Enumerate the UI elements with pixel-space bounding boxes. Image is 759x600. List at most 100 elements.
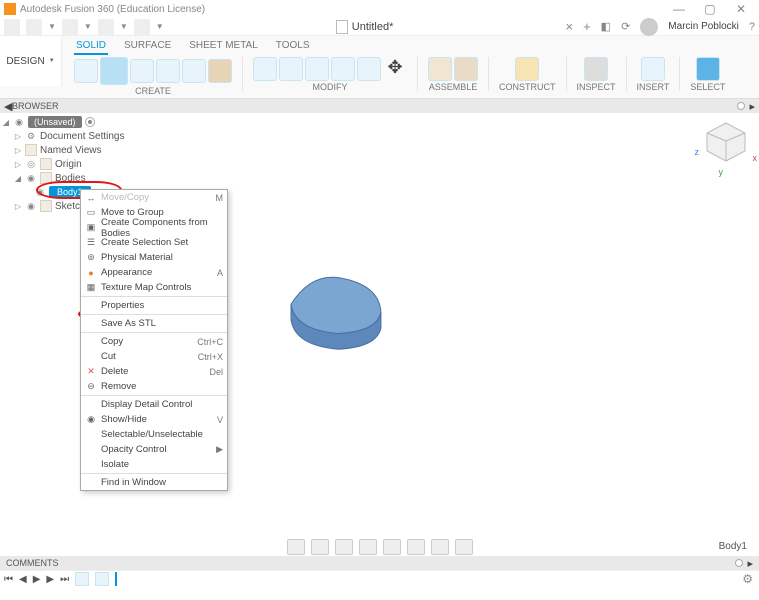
menu-opacity[interactable]: Opacity Control▶	[81, 442, 227, 457]
visibility-icon[interactable]: ◉	[25, 200, 37, 212]
undo-icon[interactable]	[98, 19, 114, 35]
timeline-feature-sketch[interactable]	[75, 572, 89, 586]
menu-show-hide[interactable]: ◉Show/HideV	[81, 412, 227, 427]
menu-selectable[interactable]: Selectable/Unselectable	[81, 427, 227, 442]
active-component-icon[interactable]	[85, 117, 95, 127]
menu-save-as-stl[interactable]: Save As STL	[81, 316, 227, 331]
timeline-play-button[interactable]: ▶	[33, 574, 41, 585]
combine-tool-icon[interactable]	[331, 57, 355, 81]
menu-isolate[interactable]: Isolate	[81, 457, 227, 472]
fit-icon[interactable]	[359, 539, 377, 555]
timeline-feature-extrude[interactable]	[95, 572, 109, 586]
user-avatar-icon[interactable]	[640, 18, 658, 36]
menu-properties[interactable]: Properties	[81, 298, 227, 313]
app-logo-icon	[4, 3, 16, 15]
minimize-button[interactable]: —	[665, 2, 693, 16]
tab-tools[interactable]: TOOLS	[274, 38, 312, 55]
sketch-tool-icon[interactable]	[74, 59, 98, 83]
tree-named-views[interactable]: Named Views	[40, 145, 102, 156]
shell-tool-icon[interactable]	[305, 57, 329, 81]
data-panel-icon[interactable]	[26, 19, 42, 35]
new-tab-button[interactable]: +	[583, 19, 591, 34]
app-menu-icon[interactable]	[4, 19, 20, 35]
rigid-tool-icon[interactable]	[454, 57, 478, 81]
timeline-settings-icon[interactable]: ⚙	[742, 572, 753, 586]
sweep-tool-icon[interactable]	[156, 59, 180, 83]
fillet-tool-icon[interactable]	[279, 57, 303, 81]
menu-cut[interactable]: CutCtrl+X	[81, 349, 227, 364]
select-tool-icon[interactable]	[696, 57, 720, 81]
view-cube[interactable]	[703, 119, 749, 165]
document-tab[interactable]: Untitled*	[336, 20, 394, 34]
pan-icon[interactable]	[311, 539, 329, 555]
split-tool-icon[interactable]	[357, 57, 381, 81]
loft-tool-icon[interactable]	[182, 59, 206, 83]
menu-copy[interactable]: CopyCtrl+C	[81, 334, 227, 349]
insert-tool-icon[interactable]	[641, 57, 665, 81]
showhide-icon: ◉	[85, 414, 97, 426]
display-settings-icon[interactable]	[407, 539, 425, 555]
redo-icon[interactable]	[134, 19, 150, 35]
construct-tool-icon[interactable]	[515, 57, 539, 81]
save-icon[interactable]	[62, 19, 78, 35]
browser-header[interactable]: ◀ BROWSER ▸	[0, 99, 759, 113]
help-icon[interactable]: ?	[749, 21, 755, 33]
visibility-icon[interactable]: ◉	[25, 172, 37, 184]
group-label-insert: INSERT	[637, 82, 670, 92]
menu-physical-material[interactable]: ⊚Physical Material	[81, 250, 227, 265]
menu-create-components[interactable]: ▣Create Components from Bodies	[81, 220, 227, 235]
viewport-icon[interactable]	[455, 539, 473, 555]
close-tab-button[interactable]: ×	[565, 19, 573, 34]
extrude-tool-icon[interactable]	[100, 57, 128, 85]
timeline: ⏮ ◀ ▶ ▶ ⏭ ⚙	[0, 570, 759, 587]
menu-texture-map[interactable]: ▦Texture Map Controls	[81, 280, 227, 295]
menu-delete[interactable]: ✕DeleteDel	[81, 364, 227, 379]
move-tool-icon[interactable]: ✥	[383, 57, 407, 81]
comments-bar[interactable]: COMMENTS ▸	[0, 556, 759, 570]
visibility-icon[interactable]: ◉	[34, 186, 46, 198]
context-menu: ↔Move/CopyM ▭Move to Group ▣Create Compo…	[80, 189, 228, 491]
joint-tool-icon[interactable]	[428, 57, 452, 81]
job-status-icon[interactable]: ⟳	[621, 20, 630, 33]
browser-pin-icon[interactable]	[737, 102, 745, 110]
comments-pin-icon[interactable]	[735, 559, 743, 567]
group-label-modify: MODIFY	[313, 82, 348, 92]
tab-surface[interactable]: SURFACE	[122, 38, 173, 55]
model-body[interactable]	[280, 273, 390, 361]
timeline-start-button[interactable]: ⏮	[4, 574, 13, 585]
menu-find-in-window[interactable]: Find in Window	[81, 475, 227, 490]
orbit-icon[interactable]	[287, 539, 305, 555]
axis-y-label: y	[719, 167, 724, 177]
menu-appearance[interactable]: ●AppearanceA	[81, 265, 227, 280]
look-at-icon[interactable]	[383, 539, 401, 555]
visibility-icon[interactable]: ◎	[25, 158, 37, 170]
grid-icon[interactable]	[431, 539, 449, 555]
zoom-icon[interactable]	[335, 539, 353, 555]
tree-document-settings[interactable]: Document Settings	[40, 131, 125, 142]
visibility-icon[interactable]: ◉	[13, 116, 25, 128]
root-node[interactable]: (Unsaved)	[28, 116, 82, 128]
tab-sheet-metal[interactable]: SHEET METAL	[187, 38, 260, 55]
expand-icon[interactable]: ◢	[2, 118, 10, 127]
delete-icon: ✕	[85, 366, 97, 378]
menu-move-copy[interactable]: ↔Move/CopyM	[81, 190, 227, 205]
menu-remove[interactable]: ⊖Remove	[81, 379, 227, 394]
menu-create-selection-set[interactable]: ☰Create Selection Set	[81, 235, 227, 250]
timeline-end-button[interactable]: ⏭	[60, 574, 69, 585]
menu-display-detail[interactable]: Display Detail Control	[81, 397, 227, 412]
close-button[interactable]: ✕	[727, 2, 755, 16]
box-tool-icon[interactable]	[208, 59, 232, 83]
folder-icon	[25, 144, 37, 156]
tree-origin[interactable]: Origin	[55, 159, 82, 170]
timeline-marker[interactable]	[115, 572, 117, 586]
extensions-icon[interactable]: ◧	[601, 20, 611, 33]
tab-solid[interactable]: SOLID	[74, 38, 108, 55]
revolve-tool-icon[interactable]	[130, 59, 154, 83]
timeline-prev-button[interactable]: ◀	[19, 574, 27, 585]
press-pull-tool-icon[interactable]	[253, 57, 277, 81]
tree-bodies[interactable]: Bodies	[55, 173, 86, 184]
maximize-button[interactable]: ▢	[696, 2, 724, 16]
inspect-tool-icon[interactable]	[584, 57, 608, 81]
workspace-switcher[interactable]: DESIGN	[0, 36, 62, 86]
timeline-next-button[interactable]: ▶	[46, 574, 54, 585]
